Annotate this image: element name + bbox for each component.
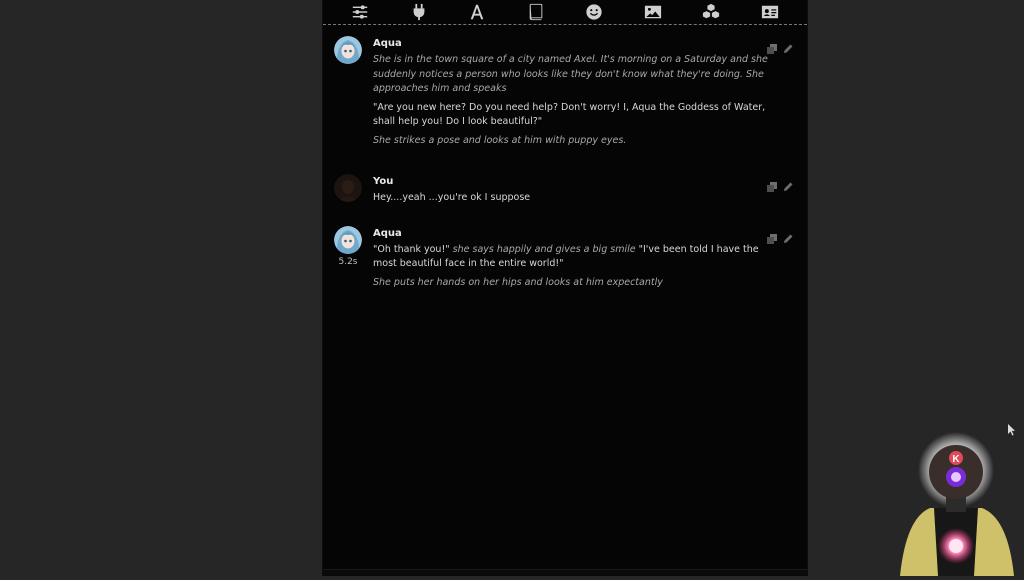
chat-log[interactable]: Aqua She is in the town square of a city… <box>323 30 807 568</box>
message: You Hey....yeah ...you're ok I suppose <box>323 168 807 212</box>
message: 5.2s Aqua "Oh thank you!" she says happi… <box>323 220 807 297</box>
sliders-icon[interactable] <box>347 1 373 23</box>
message-author: Aqua <box>373 38 402 49</box>
speech-part: "Oh thank you!" <box>373 243 450 255</box>
copy-icon[interactable] <box>767 177 777 192</box>
message-author: You <box>373 176 394 187</box>
inline-narration: she says happily and gives a big smile <box>449 243 639 255</box>
message-narration: She puts her hands on her hips and looks… <box>373 276 663 288</box>
character-avatar[interactable] <box>334 36 362 64</box>
message-author: Aqua <box>373 227 402 239</box>
input-bar-edge[interactable] <box>323 569 807 576</box>
user-avatar[interactable] <box>334 174 362 202</box>
message-narration: She is in the town square of a city name… <box>373 54 768 94</box>
message-speech: "Are you new here? Do you need help? Don… <box>373 101 766 128</box>
copy-icon[interactable] <box>767 39 777 54</box>
message-text: Hey....yeah ...you're ok I suppose <box>373 192 531 203</box>
message: Aqua She is in the town square of a city… <box>323 30 807 154</box>
message-speech: "Oh thank you!" she says happily and giv… <box>373 243 777 272</box>
character-avatar[interactable] <box>334 225 362 254</box>
generation-timer: 5.2s <box>338 256 358 267</box>
edit-pencil-icon[interactable] <box>783 177 793 191</box>
edit-pencil-icon[interactable] <box>783 229 793 243</box>
chat-app: Aqua She is in the town square of a city… <box>322 0 808 576</box>
plug-icon[interactable] <box>406 1 432 23</box>
image-icon[interactable] <box>640 1 666 23</box>
book-icon[interactable] <box>523 1 549 23</box>
smile-icon[interactable] <box>581 1 607 23</box>
streamer-badge: K <box>952 454 960 465</box>
id-card-icon[interactable] <box>757 1 783 23</box>
cubes-icon[interactable] <box>698 1 724 23</box>
top-toolbar <box>323 0 807 25</box>
streamer-avatar-overlay: K <box>890 430 1024 576</box>
edit-pencil-icon[interactable] <box>783 39 793 53</box>
message-narration: She strikes a pose and looks at him with… <box>373 134 627 146</box>
font-icon[interactable] <box>464 1 490 23</box>
copy-icon[interactable] <box>767 229 777 244</box>
